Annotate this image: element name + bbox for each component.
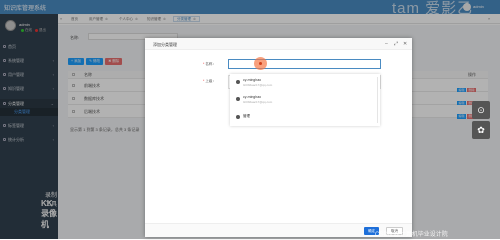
- close-icon[interactable]: ✕: [403, 41, 407, 47]
- option-subtitle: 0c0b6aac17@qq.com: [243, 100, 273, 104]
- user-icon: [236, 80, 240, 84]
- dropdown-option[interactable]: 管理: [235, 112, 375, 124]
- add-category-dialog: 添加分类管理 – ⤢ ✕ *名称： *上级： cy-minghao 0c0b6a…: [145, 38, 412, 237]
- name-label: *名称：: [203, 62, 216, 67]
- parent-label: *上级：: [203, 79, 216, 84]
- dropdown-scrollbar[interactable]: [377, 77, 378, 123]
- dialog-title: 添加分类管理: [153, 42, 177, 47]
- settings-icon[interactable]: ✿: [472, 121, 490, 139]
- dropdown-option[interactable]: cy-minghao 0c0b6aac17@qq.com: [235, 77, 375, 89]
- dialog-footer: 确定 取消: [145, 223, 412, 237]
- option-title: 管理: [243, 114, 250, 118]
- option-subtitle: 0c0b6aac17@qq.com: [243, 83, 273, 87]
- maximize-icon[interactable]: ⤢: [394, 41, 398, 47]
- name-input[interactable]: [228, 59, 381, 69]
- dialog-header: 添加分类管理 – ⤢ ✕: [145, 38, 412, 50]
- camera-icon[interactable]: ⊙: [472, 101, 490, 119]
- parent-label-text: 上级：: [205, 79, 216, 83]
- user-icon: [236, 97, 240, 101]
- click-indicator: [254, 57, 267, 70]
- option-title: cy-minghao: [243, 78, 262, 82]
- dropdown-option[interactable]: cy-minghao 0c0b6aac17@qq.com: [235, 94, 375, 106]
- csdn-watermark: CSDN @计算机毕业设计院: [375, 232, 448, 238]
- minimize-icon[interactable]: –: [385, 41, 388, 47]
- settings-icon: [236, 115, 240, 119]
- name-label-text: 名称：: [205, 62, 216, 66]
- parent-dropdown: cy-minghao 0c0b6aac17@qq.com cy-minghao …: [230, 74, 380, 126]
- option-title: cy-minghao: [243, 95, 262, 99]
